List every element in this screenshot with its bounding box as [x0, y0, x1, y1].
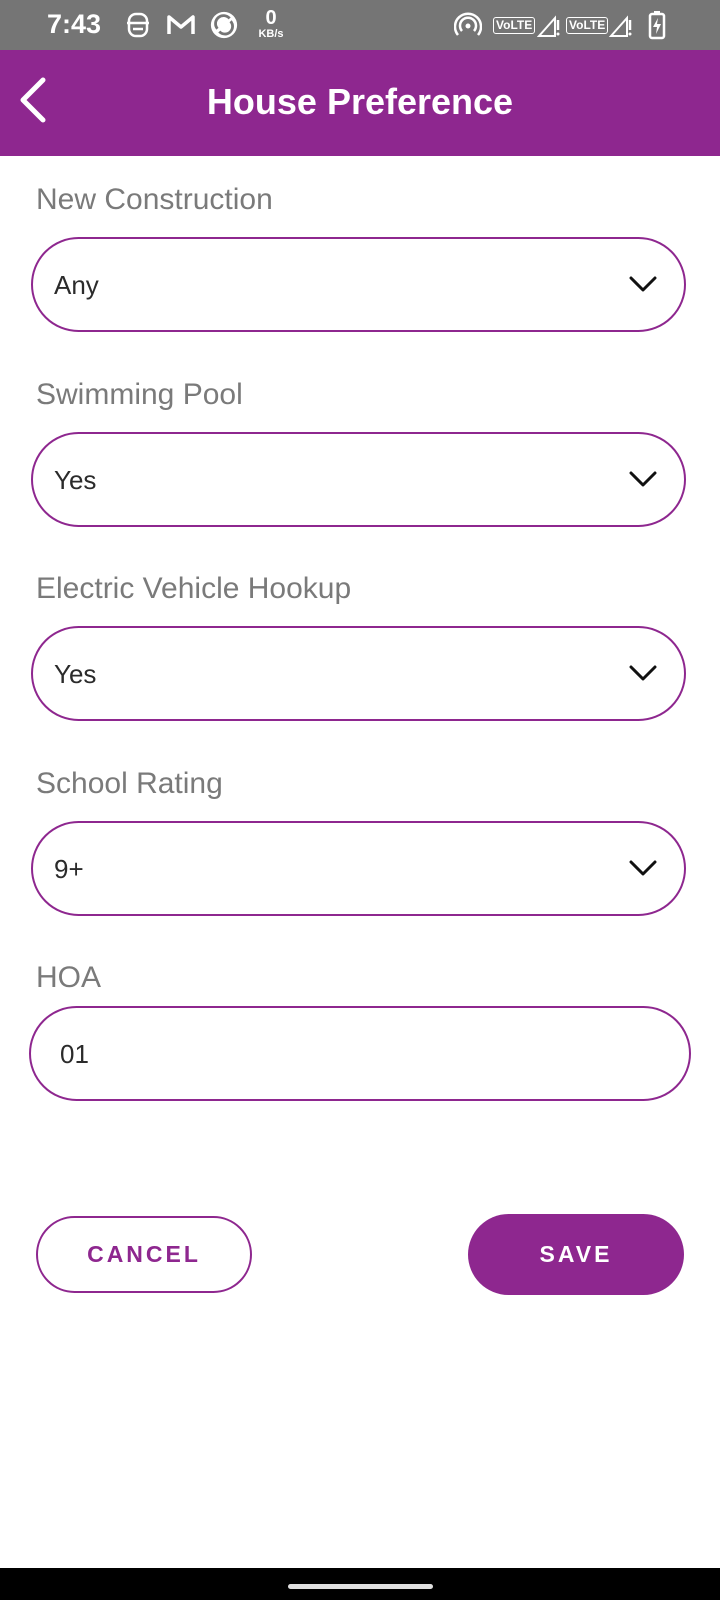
- chevron-down-icon: [629, 860, 657, 876]
- chevron-down-icon: [629, 665, 657, 681]
- swimming-pool-label: Swimming Pool: [36, 378, 243, 411]
- hoa-value: 01: [60, 1039, 89, 1069]
- ev-hookup-label: Electric Vehicle Hookup: [36, 572, 352, 605]
- page-title: House Preference: [206, 81, 514, 122]
- new-construction-dropdown[interactable]: Any: [31, 237, 686, 332]
- status-time: 7:43: [47, 9, 102, 39]
- ev-hookup-value: Yes: [54, 659, 97, 689]
- chevron-down-icon: [629, 276, 657, 292]
- swimming-pool-value: Yes: [54, 465, 97, 495]
- hoa-label: HOA: [36, 961, 102, 994]
- battery-charging-icon: [648, 11, 666, 40]
- home-gesture-handle[interactable]: [288, 1584, 433, 1589]
- school-rating-label: School Rating: [36, 767, 223, 800]
- notification-icon: [127, 12, 149, 38]
- system-nav-bar: [0, 1568, 720, 1600]
- network-speed: 0 KB/s: [254, 8, 288, 40]
- app-bar: House Preference: [0, 50, 720, 156]
- new-construction-value: Any: [54, 270, 99, 300]
- hoa-input[interactable]: 01: [29, 1006, 691, 1101]
- swimming-pool-dropdown[interactable]: Yes: [31, 432, 686, 527]
- volte-badge: VoLTE: [493, 17, 536, 34]
- status-bar: 7:43 0 KB/s VoLTE VoLTE: [0, 0, 720, 50]
- cancel-button[interactable]: CANCEL: [36, 1216, 252, 1293]
- gmail-icon: [167, 15, 195, 34]
- chevron-down-icon: [629, 471, 657, 487]
- ev-hookup-dropdown[interactable]: Yes: [31, 626, 686, 721]
- school-rating-dropdown[interactable]: 9+: [31, 821, 686, 916]
- network-speed-value: 0: [265, 7, 277, 29]
- signal-icon: [609, 15, 632, 37]
- volte-badge: VoLTE: [566, 17, 609, 34]
- new-construction-label: New Construction: [36, 183, 273, 216]
- hotspot-icon: [454, 12, 482, 36]
- app-icon: [210, 11, 238, 39]
- network-speed-unit: KB/s: [258, 28, 284, 40]
- save-button[interactable]: SAVE: [468, 1214, 684, 1295]
- school-rating-value: 9+: [54, 854, 84, 884]
- signal-icon: [537, 15, 560, 37]
